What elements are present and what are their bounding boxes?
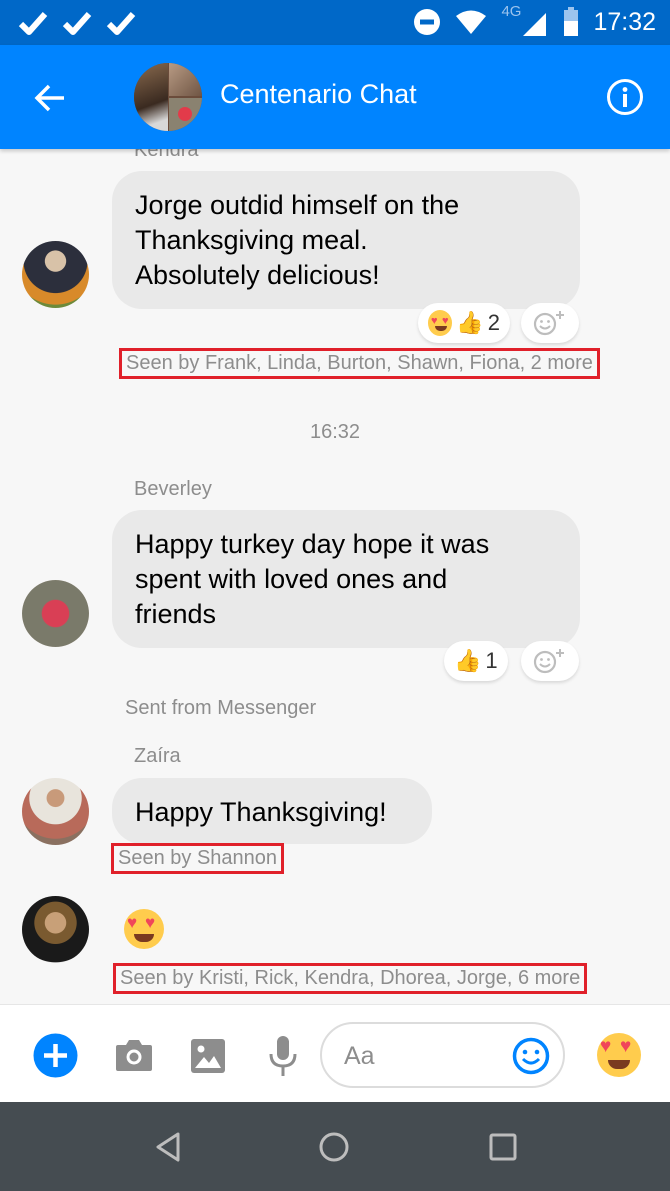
image-icon[interactable] (190, 1038, 226, 1074)
thumbs-up-emoji: 👍 (456, 310, 484, 335)
chat-title[interactable]: Centenario Chat (220, 79, 417, 110)
message-input-placeholder: Aa (344, 1042, 375, 1070)
status-bar: 4G 17:32 (0, 0, 670, 45)
signal-icon (523, 13, 547, 36)
system-nav-bar (0, 1102, 670, 1191)
plus-icon[interactable] (33, 1033, 78, 1078)
timestamp: 16:32 (309, 421, 361, 443)
message-input[interactable]: Aa (320, 1022, 565, 1088)
seen-by-receipt[interactable]: Seen by Frank, Linda, Burton, Shawn, Fio… (119, 348, 600, 379)
message-text: Happy turkey day hope it was (135, 529, 490, 559)
network-type-label: 4G (501, 3, 522, 20)
nav-home-icon[interactable] (318, 1131, 350, 1163)
reaction-summary[interactable]: 👍 1 (444, 641, 508, 681)
check-icon (18, 12, 48, 35)
reaction-summary[interactable]: ♥ ♥ 👍 2 (418, 303, 510, 343)
conversation-header: Centenario Chat (0, 45, 670, 149)
sender-name: Kendra (134, 149, 199, 161)
sender-name: Beverley (134, 478, 212, 500)
thumbs-up-emoji: 👍 (454, 648, 482, 673)
add-reaction-button[interactable] (521, 641, 579, 681)
smiley-icon[interactable] (512, 1037, 550, 1075)
clock: 17:32 (593, 7, 656, 36)
message-text: Jorge outdid himself on the (135, 190, 460, 220)
message-text: Happy Thanksgiving! (135, 797, 387, 827)
message-list[interactable]: Kendra Jorge outdid himself on the Thank… (0, 149, 670, 1004)
do-not-disturb-icon (414, 9, 441, 35)
reaction-count: 1 (485, 648, 498, 673)
message-text: Thanksgiving meal. (135, 225, 368, 255)
avatar[interactable] (22, 580, 89, 647)
info-icon[interactable] (606, 78, 644, 116)
message-bubble[interactable]: Jorge outdid himself on the Thanksgiving… (112, 171, 580, 309)
camera-icon[interactable] (114, 1037, 154, 1073)
add-reaction-button[interactable] (521, 303, 579, 343)
nav-recents-icon[interactable] (489, 1133, 517, 1161)
sender-name: Zaíra (134, 745, 181, 767)
reaction-count: 2 (487, 310, 500, 335)
message-bubble[interactable]: Happy Thanksgiving! (112, 778, 432, 844)
message-text: friends (135, 599, 217, 629)
avatar[interactable] (22, 896, 89, 963)
nav-back-icon[interactable] (154, 1131, 182, 1163)
group-avatar[interactable] (134, 63, 202, 131)
microphone-icon[interactable] (266, 1035, 300, 1077)
heart-eyes-emoji[interactable]: ♥ ♥ (124, 909, 164, 949)
message-bubble[interactable]: Happy turkey day hope it was spent with … (112, 510, 580, 648)
seen-by-receipt[interactable]: Seen by Kristi, Rick, Kendra, Dhorea, Jo… (113, 963, 588, 994)
message-composer: Aa ♥ ♥ (0, 1004, 670, 1102)
message-text: spent with loved ones and (135, 564, 448, 594)
battery-icon (564, 7, 579, 36)
sent-from-label: Sent from Messenger (125, 697, 317, 719)
check-icon (106, 12, 136, 35)
avatar[interactable] (22, 241, 89, 308)
avatar[interactable] (22, 778, 89, 845)
add-reaction-icon (533, 311, 564, 336)
message-text: Absolutely delicious! (135, 260, 380, 290)
heart-eyes-emoji: ♥ ♥ (428, 310, 453, 336)
wifi-icon (456, 10, 487, 34)
arrow-left-icon[interactable] (30, 78, 70, 118)
heart-eyes-emoji-button[interactable]: ♥ ♥ (597, 1033, 641, 1077)
add-reaction-icon (533, 649, 564, 674)
check-icon (62, 12, 92, 35)
seen-by-receipt[interactable]: Seen by Shannon (111, 843, 285, 874)
